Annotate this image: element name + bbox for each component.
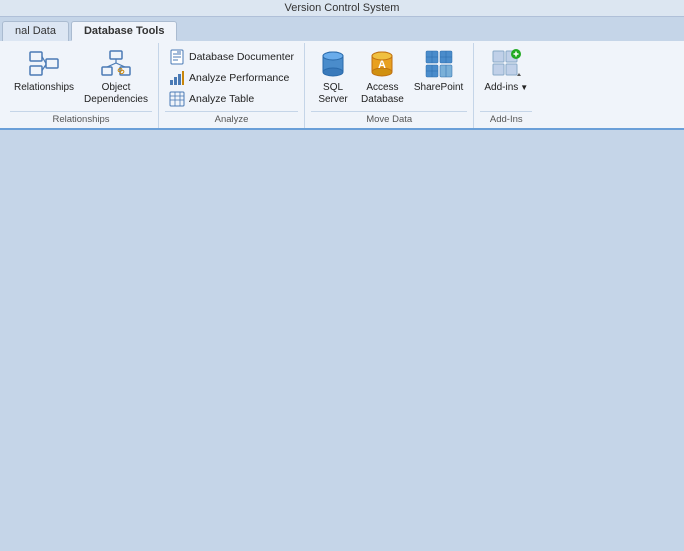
relationships-label: Relationships <box>14 82 74 94</box>
sql-server-button[interactable]: SQL Server <box>311 45 355 108</box>
analyze-performance-icon <box>169 70 185 86</box>
tab-bar: nal Data Database Tools <box>0 17 684 41</box>
tab-external-data[interactable]: nal Data <box>2 21 69 41</box>
sharepoint-label: SharePoint <box>414 82 463 94</box>
relationships-buttons: Relationships <box>10 45 152 109</box>
object-dependencies-button[interactable]: Object Dependencies <box>80 45 152 108</box>
move-data-buttons: SQL Server A Access Database <box>311 45 467 109</box>
analyze-performance-button[interactable]: Analyze Performance <box>165 68 293 88</box>
sql-server-icon <box>317 48 349 80</box>
analyze-performance-label: Analyze Performance <box>189 72 289 84</box>
access-database-icon: A <box>366 48 398 80</box>
database-documenter-label: Database Documenter <box>189 51 294 63</box>
ribbon-group-relationships: Relationships <box>4 43 159 128</box>
access-database-label: Access Database <box>361 82 404 106</box>
object-dependencies-label: Object Dependencies <box>84 82 148 106</box>
add-ins-icon <box>490 48 522 80</box>
sharepoint-icon <box>423 48 455 80</box>
analyze-buttons: Database Documenter Analyze Performance <box>165 45 298 109</box>
analyze-table-button[interactable]: Analyze Table <box>165 89 258 109</box>
analyze-group-label: Analyze <box>165 111 298 128</box>
ribbon: Relationships <box>0 41 684 130</box>
ribbon-group-move-data: SQL Server A Access Database <box>305 43 474 128</box>
database-documenter-button[interactable]: Database Documenter <box>165 47 298 67</box>
ribbon-group-add-ins: Add-ins ▼ Add-Ins <box>474 43 538 128</box>
tab-database-tools[interactable]: Database Tools <box>71 21 178 41</box>
analyze-table-icon <box>169 91 185 107</box>
analyze-table-label: Analyze Table <box>189 93 254 105</box>
add-ins-button[interactable]: Add-ins ▼ <box>480 45 532 96</box>
relationships-button[interactable]: Relationships <box>10 45 78 96</box>
title-bar: Version Control System <box>0 0 684 17</box>
relationships-icon <box>28 48 60 80</box>
sharepoint-button[interactable]: SharePoint <box>410 45 467 96</box>
ribbon-group-analyze: Database Documenter Analyze Performance <box>159 43 305 128</box>
svg-text:A: A <box>378 59 386 71</box>
access-database-button[interactable]: A Access Database <box>357 45 408 108</box>
add-ins-label: Add-ins ▼ <box>484 82 528 94</box>
main-content <box>0 130 684 551</box>
relationships-group-label: Relationships <box>10 111 152 128</box>
add-ins-buttons: Add-ins ▼ <box>480 45 532 109</box>
title-text: Version Control System <box>285 2 400 14</box>
move-data-group-label: Move Data <box>311 111 467 128</box>
sql-server-label: SQL Server <box>318 82 347 106</box>
database-documenter-icon <box>169 49 185 65</box>
object-dependencies-icon <box>100 48 132 80</box>
add-ins-group-label: Add-Ins <box>480 111 532 128</box>
